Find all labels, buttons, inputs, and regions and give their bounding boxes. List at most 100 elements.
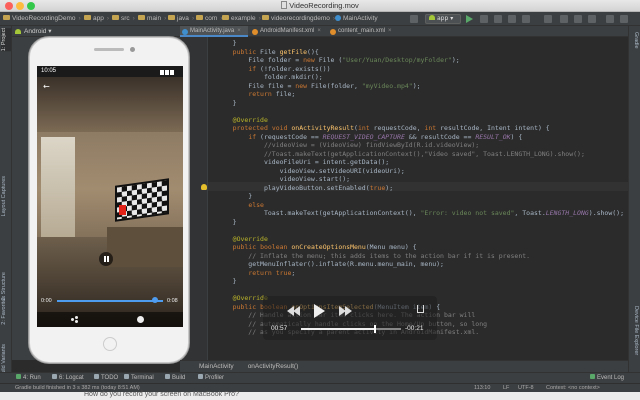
folder-icon [168,15,175,20]
close-tab-icon[interactable]: × [237,28,241,34]
crumb-project[interactable]: VideoRecordingDemo › [3,14,81,24]
avd-manager-icon[interactable] [574,15,582,23]
crumb-onactivityresult[interactable]: onActivityResult() [248,363,299,370]
code-line[interactable]: public boolean onCreateOptionsMenu(Menu … [217,243,624,252]
tab-mainactivity[interactable]: MainActivity.java × [180,26,248,37]
share-icon[interactable] [417,305,424,313]
tool-build[interactable]: Build [165,374,185,383]
code-line[interactable]: videoFileUri = intent.getData(); [217,158,624,167]
code-line[interactable]: folder.mkdir(); [217,73,624,82]
code-line[interactable]: return file; [217,90,624,99]
tool-profiler[interactable]: Profiler [198,374,224,383]
code-line[interactable]: } [217,277,624,286]
video-action-bar [37,312,183,327]
fast-forward-icon[interactable] [345,306,352,316]
code-line[interactable]: } [217,99,624,108]
debug-icon[interactable] [480,15,488,23]
code-token: new [295,81,308,90]
code-token: "myVideo.mp4" [361,81,413,90]
code-line[interactable]: // Inflate the menu; this adds items to … [217,252,624,261]
crumb-app[interactable]: app › [84,14,109,24]
code-line[interactable]: //Toast.makeText(getApplicationContext()… [217,150,624,159]
tool-project[interactable]: 1: Project [1,28,11,52]
lightbulb-icon[interactable] [201,184,207,190]
crumb-java[interactable]: java › [168,14,194,24]
project-view-select[interactable]: Android ▾ [24,27,51,35]
phone-screen[interactable]: 10:05 ← 0:00 0:08 [37,66,183,327]
code-line[interactable]: else [217,201,624,210]
caret-position[interactable]: 113:10 [474,384,490,392]
search-icon[interactable] [606,15,614,23]
tool-logcat[interactable]: 6: Logcat [52,374,84,383]
file-encoding[interactable]: UTF-8 [518,384,534,392]
xml-file-icon [252,28,258,35]
code-line[interactable] [217,226,624,235]
code-line[interactable]: playVideoButton.setEnabled(true); [217,184,624,193]
tool-layout-captures[interactable]: Layout Captures [1,176,11,216]
rewind-icon[interactable] [293,306,300,316]
crumb-src[interactable]: src › [112,14,135,24]
code-line[interactable] [217,107,624,116]
hammer-icon[interactable] [410,15,418,23]
code-line[interactable]: getMenuInflater().inflate(R.menu.menu_ma… [217,260,624,269]
home-button[interactable] [103,337,117,351]
code-line[interactable]: @Override [217,116,624,125]
code-line[interactable]: File file = new File(folder, "myVideo.mp… [217,82,624,91]
pause-icon[interactable] [99,252,113,266]
back-arrow-icon[interactable]: ← [43,83,51,91]
code-line[interactable]: Toast.makeText(getApplicationContext(), … [217,209,624,218]
code-line[interactable]: } [217,39,624,48]
tool-todo[interactable]: TODO [94,374,118,383]
code-editor[interactable]: } public File getFile(){ File folder = n… [180,37,628,360]
play-icon[interactable] [314,304,325,318]
context-indicator[interactable]: Context: <no context> [546,384,600,392]
run-icon[interactable] [466,15,473,23]
qt-playhead[interactable] [374,325,376,333]
video-seek-thumb[interactable] [151,297,158,303]
profile-icon[interactable] [494,15,502,23]
qt-scrubber[interactable] [301,325,401,333]
code-line[interactable]: } [217,218,624,227]
code-line[interactable]: @Override [217,235,624,244]
crumb-example[interactable]: example › [222,14,261,24]
crumb-class[interactable]: MainActivity [335,14,378,24]
tool-terminal[interactable]: Terminal [124,374,154,383]
code-line[interactable] [217,345,624,354]
info-icon[interactable] [137,316,144,323]
code-line[interactable]: return true; [217,269,624,278]
tool-event-log[interactable]: Event Log [590,374,624,383]
close-tab-icon[interactable]: × [388,28,392,34]
code-line[interactable] [217,286,624,295]
code-line[interactable]: if (requestCode == REQUEST_VIDEO_CAPTURE… [217,133,624,142]
tab-androidmanifest[interactable]: AndroidManifest.xml × [250,26,326,37]
code-line[interactable]: public File getFile(){ [217,48,624,57]
code-line[interactable]: videoView.start(); [217,175,624,184]
structure-icon[interactable] [620,15,628,23]
code-line[interactable]: videoView.setVideoURI(videoUri); [217,167,624,176]
code-line[interactable]: //videoView = (VideoView) findViewById(R… [217,141,624,150]
code-line[interactable]: } [217,192,624,201]
crumb-package[interactable]: videorecordingdemo › [262,14,335,24]
tool-gradle[interactable]: Gradle [629,32,639,49]
attach-debugger-icon[interactable] [522,15,530,23]
crumb-com[interactable]: com› [196,14,222,24]
tool-run[interactable]: 4: Run [16,374,41,383]
share-icon[interactable] [71,316,78,323]
close-tab-icon[interactable]: × [317,28,321,34]
line-separator[interactable]: LF [503,384,509,392]
tab-content-main[interactable]: content_main.xml × [328,26,396,37]
tool-favorites[interactable]: 2: Favorites [1,296,11,325]
run-config-select[interactable]: app ▾ [425,14,461,24]
video-seekbar[interactable] [57,300,163,302]
sync-icon[interactable] [560,15,568,23]
code-line[interactable]: if (!folder.exists()) [217,65,624,74]
code-line[interactable]: File folder = new File ("User/Yuan/Deskt… [217,56,624,65]
crumb-mainactivity[interactable]: MainActivity [199,363,234,370]
sdk-manager-icon[interactable] [588,15,596,23]
stop-icon[interactable] [544,15,552,23]
tool-device-file-explorer[interactable]: Device File Explorer [629,306,639,355]
apply-changes-icon[interactable] [508,15,516,23]
video-frame[interactable] [37,77,183,327]
crumb-main[interactable]: main › [138,14,166,24]
code-line[interactable]: protected void onActivityResult(int requ… [217,124,624,133]
